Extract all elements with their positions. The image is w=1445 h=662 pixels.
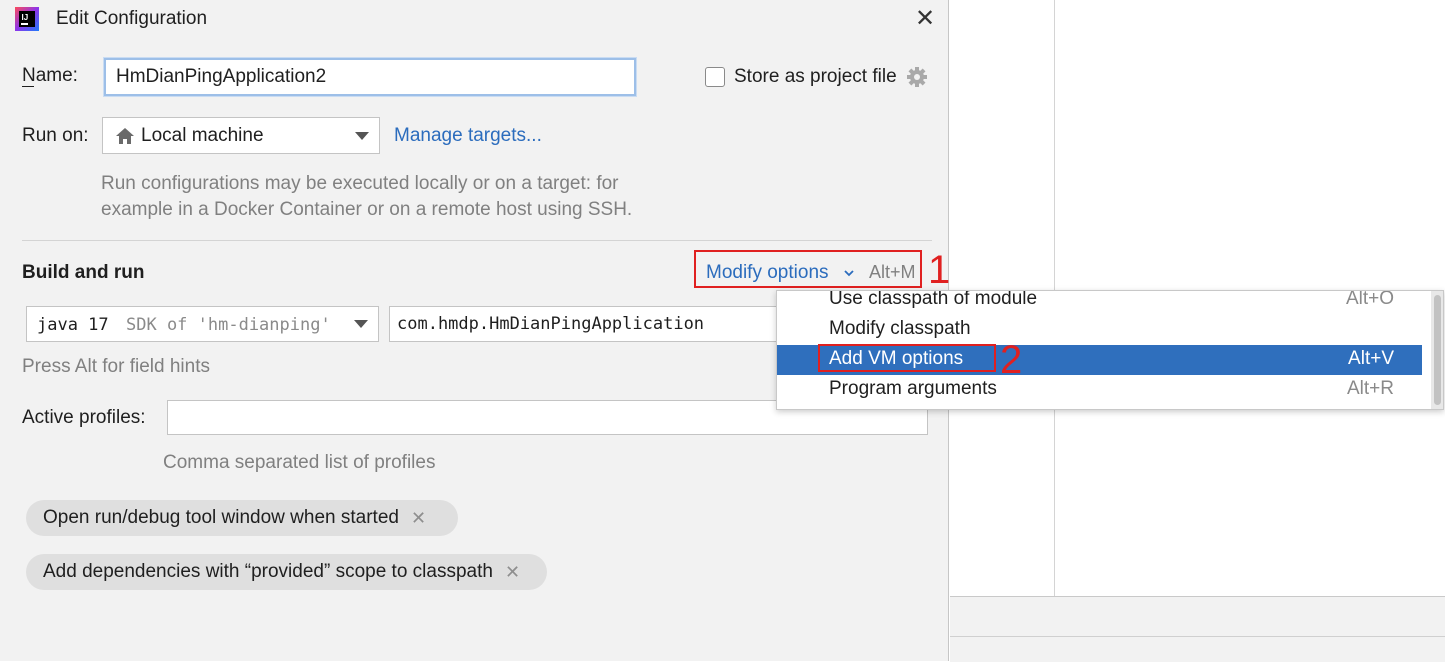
active-profiles-hint: Comma separated list of profiles [163, 452, 436, 473]
menu-item-shortcut: Alt+R [1347, 378, 1394, 399]
menu-item-shortcut: Alt+V [1348, 348, 1394, 369]
annotation-box-1 [694, 250, 922, 288]
option-chip-label: Add dependencies with “provided” scope t… [43, 561, 493, 582]
active-profiles-label: Active profiles: [22, 407, 146, 428]
run-on-select[interactable]: Local machine [102, 117, 380, 154]
store-as-project-file-checkbox[interactable] [705, 67, 725, 87]
section-divider [22, 240, 932, 241]
close-icon[interactable]: ✕ [505, 562, 520, 583]
menu-item-label: Modify classpath [829, 318, 971, 339]
menu-item-label: Program arguments [829, 378, 997, 399]
run-on-label: Run on: [22, 125, 89, 146]
name-input-value: HmDianPingApplication2 [116, 66, 327, 87]
editor-status-area [950, 596, 1445, 662]
intellij-idea-icon: IJ [14, 6, 40, 32]
jdk-select[interactable]: java 17 SDK of 'hm-dianping' [26, 306, 379, 342]
dialog-title: Edit Configuration [56, 8, 208, 29]
field-hints-text: Press Alt for field hints [22, 356, 210, 377]
option-chip: Add dependencies with “provided” scope t… [26, 554, 547, 590]
svg-text:IJ: IJ [22, 13, 29, 22]
chevron-down-icon [354, 320, 368, 328]
close-icon[interactable]: ✕ [411, 508, 426, 529]
menu-item-label: Use classpath of module [829, 290, 1038, 309]
chevron-down-icon [355, 131, 369, 140]
run-on-hint-line2: example in a Docker Container or on a re… [101, 199, 633, 220]
editor-status-divider [950, 636, 1445, 637]
jdk-value: java 17 [37, 315, 109, 335]
annotation-number-2: 2 [1000, 338, 1023, 382]
option-chip-label: Open run/debug tool window when started [43, 507, 399, 528]
option-chip: Open run/debug tool window when started … [26, 500, 458, 536]
menu-item-program-arguments[interactable]: Program arguments Alt+R [777, 375, 1422, 405]
annotation-number-1: 1 [928, 248, 951, 292]
name-input[interactable]: HmDianPingApplication2 [104, 58, 636, 96]
run-on-hint-line1: Run configurations may be executed local… [101, 173, 619, 194]
menu-item-use-classpath-of-module[interactable]: Use classpath of module Alt+O [777, 290, 1422, 315]
jdk-detail: SDK of 'hm-dianping' [126, 315, 331, 335]
store-as-project-file-label[interactable]: Store as project file [734, 66, 897, 88]
annotation-box-2 [818, 344, 996, 372]
menu-item-shortcut: Alt+O [1345, 290, 1394, 309]
name-label-mnemonic-underline [22, 86, 34, 87]
name-label: Name: [22, 65, 78, 86]
manage-targets-link[interactable]: Manage targets... [394, 125, 542, 147]
main-class-input[interactable]: com.hmdp.HmDianPingApplication [389, 306, 789, 342]
popup-scrollbar-thumb[interactable] [1434, 295, 1441, 405]
menu-item-modify-classpath[interactable]: Modify classpath [777, 315, 1422, 345]
popup-scrollbar[interactable] [1431, 291, 1443, 409]
home-icon [115, 127, 135, 145]
build-and-run-heading: Build and run [22, 262, 145, 283]
main-class-value: com.hmdp.HmDianPingApplication [397, 314, 705, 334]
close-icon[interactable]: ✕ [912, 6, 938, 32]
gear-icon[interactable] [906, 66, 928, 88]
run-on-value: Local machine [141, 125, 264, 146]
